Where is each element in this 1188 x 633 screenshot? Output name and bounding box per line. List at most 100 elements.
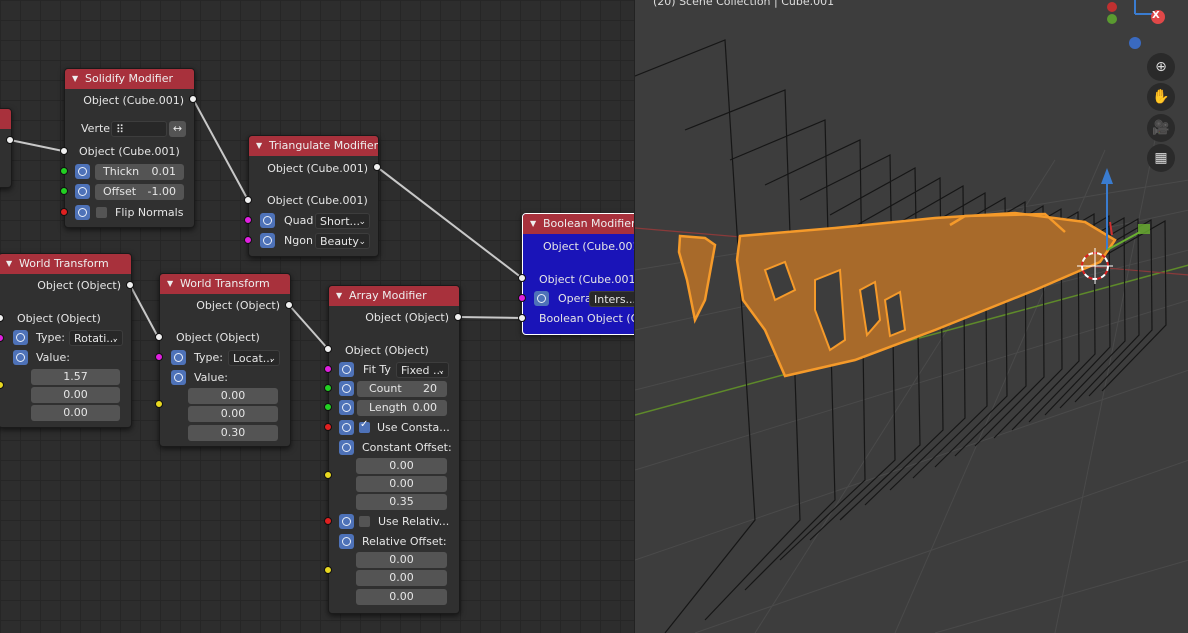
boolean-object-label: Boolean Object (O <box>539 312 634 325</box>
count-field[interactable]: Count 20 <box>357 381 447 397</box>
value-z-field[interactable]: 0.30 <box>188 425 278 441</box>
input-toggle-icon[interactable] <box>339 381 354 396</box>
length-field[interactable]: Length 0.00 <box>357 400 447 416</box>
array-object-input-socket[interactable] <box>324 345 332 353</box>
thickness-socket[interactable] <box>60 167 68 175</box>
input-toggle-icon[interactable] <box>339 362 354 377</box>
constant-offset-y-field[interactable]: 0.00 <box>356 476 447 492</box>
thickness-field[interactable]: Thickn 0.01 <box>95 164 184 180</box>
quad-socket[interactable] <box>244 216 252 224</box>
pan-button[interactable]: ✋ <box>1147 83 1175 111</box>
quad-method-dropdown[interactable]: Short... ⌄ <box>315 213 370 229</box>
boolean-object-input-socket[interactable] <box>518 274 526 282</box>
fit-type-socket[interactable] <box>324 365 332 373</box>
solidify-object-input-socket[interactable] <box>60 147 68 155</box>
solidify-modifier-node[interactable]: ▼ Solidify Modifier Object (Cube.001) Ver… <box>64 68 195 228</box>
input-toggle-icon[interactable] <box>339 400 354 415</box>
world-transform-output-socket[interactable] <box>126 281 134 289</box>
collapse-arrow-icon[interactable]: ▼ <box>6 254 12 274</box>
type-dropdown[interactable]: Rotati... ⌄ <box>69 330 123 346</box>
relative-offset-z-field[interactable]: 0.00 <box>356 589 447 605</box>
type-dropdown[interactable]: Locat... ⌄ <box>228 350 280 366</box>
constant-offset-z-field[interactable]: 0.35 <box>356 494 447 510</box>
world-transform-output-socket[interactable] <box>285 301 293 309</box>
input-toggle-icon[interactable] <box>171 370 186 385</box>
input-toggle-icon[interactable] <box>13 330 28 345</box>
3d-viewport[interactable]: (20) Scene Collection | Cube.001 X ⊕ ✋ 🎥… <box>634 0 1188 633</box>
operation-socket[interactable] <box>518 294 526 302</box>
operation-dropdown[interactable]: Inters... <box>589 291 634 307</box>
value-socket[interactable] <box>155 400 163 408</box>
input-toggle-icon[interactable] <box>339 534 354 549</box>
node-header[interactable]: ▼ Solidify Modifier <box>65 69 194 89</box>
type-socket[interactable] <box>155 353 163 361</box>
boolean-object-socket[interactable] <box>518 314 526 322</box>
input-toggle-icon[interactable] <box>339 514 354 529</box>
offset-socket[interactable] <box>60 187 68 195</box>
triangulate-modifier-node[interactable]: ▼ Triangulate Modifier Object (Cube.001) … <box>248 135 379 257</box>
input-toggle-icon[interactable] <box>339 440 354 455</box>
camera-view-button[interactable]: 🎥 <box>1147 114 1175 142</box>
input-toggle-icon[interactable] <box>339 420 354 435</box>
flip-normals-socket[interactable] <box>60 208 68 216</box>
node-header[interactable]: ▼ Triangulate Modifier <box>249 136 378 156</box>
input-toggle-icon[interactable] <box>75 184 90 199</box>
perspective-toggle-button[interactable]: ▦ <box>1147 144 1175 172</box>
input-toggle-icon[interactable] <box>534 291 549 306</box>
value-y-field[interactable]: 0.00 <box>31 387 120 403</box>
use-relative-checkbox[interactable] <box>359 516 370 527</box>
input-toggle-icon[interactable] <box>171 350 186 365</box>
partial-node-output-socket[interactable] <box>6 136 14 144</box>
input-toggle-icon[interactable] <box>260 213 275 228</box>
flip-normals-checkbox[interactable] <box>96 207 107 218</box>
offset-field[interactable]: Offset -1.00 <box>95 184 184 200</box>
solidify-output-socket[interactable] <box>189 95 197 103</box>
world-transform-node[interactable]: ▼ World Transform Object (Object) Object … <box>159 273 291 447</box>
length-socket[interactable] <box>324 403 332 411</box>
relative-offset-y-field[interactable]: 0.00 <box>356 570 447 586</box>
zoom-button[interactable]: ⊕ <box>1147 53 1175 81</box>
length-label: Length <box>369 401 407 414</box>
world-transform-node[interactable]: ▼ World Transform Object (Object) Object … <box>0 253 132 428</box>
node-header[interactable]: ▼ Array Modifier <box>329 286 459 306</box>
use-relative-socket[interactable] <box>324 517 332 525</box>
input-toggle-icon[interactable] <box>260 233 275 248</box>
collapse-arrow-icon[interactable]: ▼ <box>336 286 342 306</box>
count-socket[interactable] <box>324 384 332 392</box>
world-transform-input-socket[interactable] <box>155 333 163 341</box>
constant-offset-x-field[interactable]: 0.00 <box>356 458 447 474</box>
collapse-arrow-icon[interactable]: ▼ <box>72 69 78 89</box>
offset-value: -1.00 <box>147 185 176 198</box>
ngon-method-dropdown[interactable]: Beauty ⌄ <box>315 233 370 249</box>
ngon-socket[interactable] <box>244 236 252 244</box>
value-z-field[interactable]: 0.00 <box>31 405 120 421</box>
relative-offset-x-field[interactable]: 0.00 <box>356 552 447 568</box>
input-toggle-icon[interactable] <box>75 205 90 220</box>
node-editor[interactable]: ▼ Solidify Modifier Object (Cube.001) Ver… <box>0 0 634 633</box>
collapse-arrow-icon[interactable]: ▼ <box>256 136 262 156</box>
node-header[interactable]: ▼ World Transform <box>160 274 290 294</box>
collapse-arrow-icon[interactable]: ▼ <box>530 214 536 234</box>
swap-arrows-icon[interactable]: ↔ <box>169 121 186 137</box>
use-constant-socket[interactable] <box>324 423 332 431</box>
constant-offset-socket[interactable] <box>324 471 332 479</box>
input-toggle-icon[interactable] <box>13 350 28 365</box>
boolean-modifier-node[interactable]: ▼ Boolean Modifier Object (Cube.001 Objec… <box>522 213 634 335</box>
triangulate-output-socket[interactable] <box>373 163 381 171</box>
use-constant-checkbox[interactable] <box>359 419 370 433</box>
partial-node-header[interactable] <box>0 109 11 129</box>
array-output-socket[interactable] <box>454 313 462 321</box>
collapse-arrow-icon[interactable]: ▼ <box>167 274 173 294</box>
value-y-field[interactable]: 0.00 <box>188 406 278 422</box>
partial-node[interactable] <box>0 108 12 188</box>
node-header[interactable]: ▼ World Transform <box>0 254 131 274</box>
array-modifier-node[interactable]: ▼ Array Modifier Object (Object) Object (… <box>328 285 460 614</box>
vertex-group-field[interactable]: ⠿ <box>111 121 167 137</box>
value-x-field[interactable]: 0.00 <box>188 388 278 404</box>
fit-type-dropdown[interactable]: Fixed ... ⌄ <box>396 362 449 378</box>
node-header[interactable]: ▼ Boolean Modifier <box>523 214 634 234</box>
triangulate-object-input-socket[interactable] <box>244 196 252 204</box>
relative-offset-socket[interactable] <box>324 566 332 574</box>
input-toggle-icon[interactable] <box>75 164 90 179</box>
value-x-field[interactable]: 1.57 <box>31 369 120 385</box>
